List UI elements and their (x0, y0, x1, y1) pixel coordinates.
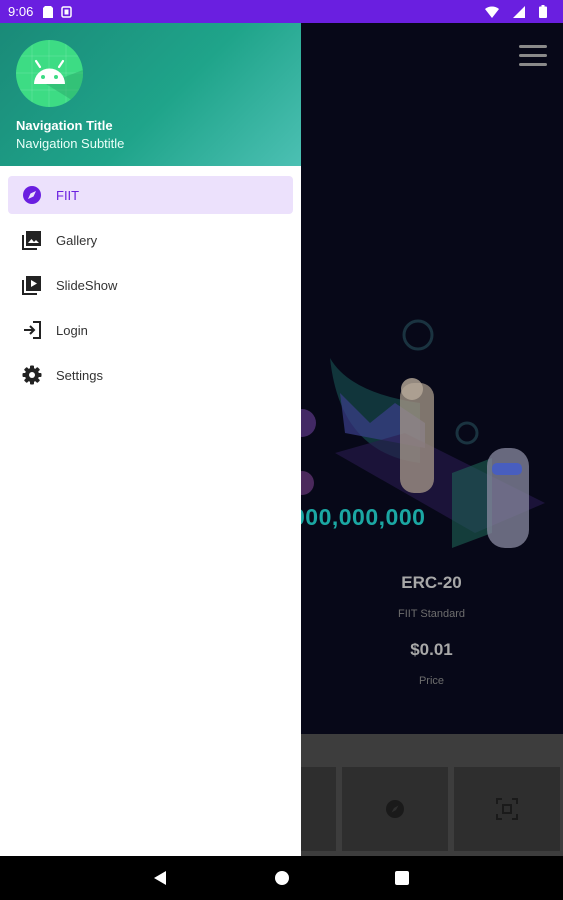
panel-tile-compass[interactable] (342, 767, 448, 851)
token-standard: FIIT Standard (397, 608, 466, 620)
sim-icon (43, 5, 54, 18)
menu-item-login[interactable]: Login (8, 311, 293, 349)
status-time: 9:06 (8, 4, 34, 19)
slideshow-icon (22, 275, 42, 295)
image-icon (22, 230, 42, 250)
wifi-icon (485, 5, 499, 18)
compass-icon (386, 800, 404, 818)
menu-icon[interactable] (519, 45, 547, 67)
qr-scan-icon (496, 798, 518, 820)
menu-item-label: Gallery (56, 232, 98, 248)
nav-subtitle: Navigation Subtitle (16, 136, 125, 151)
token-supply: 000,000,000 (292, 504, 426, 530)
navigation-drawer: Navigation Title Navigation Subtitle FII… (0, 23, 301, 856)
gear-icon (22, 365, 42, 385)
system-nav-bar (0, 856, 563, 900)
menu-item-settings[interactable]: Settings (8, 356, 293, 394)
menu-item-fiit[interactable]: FIIT (8, 176, 293, 214)
token-price: $0.01 (410, 640, 453, 659)
token-price-label: Price (418, 675, 445, 687)
token-name: ERC-20 (401, 573, 462, 592)
home-icon[interactable] (274, 870, 290, 891)
nav-title: Navigation Title (16, 118, 113, 133)
drawer-header: Navigation Title Navigation Subtitle (0, 23, 301, 166)
panel-tile-qr[interactable] (454, 767, 560, 851)
status-bar: 9:06 (0, 0, 563, 23)
signal-icon (513, 5, 525, 18)
back-icon[interactable] (152, 870, 168, 891)
menu-item-label: FIIT (56, 187, 80, 203)
menu-item-slideshow[interactable]: SlideShow (8, 266, 293, 304)
login-icon (22, 320, 42, 340)
menu-item-gallery[interactable]: Gallery (8, 221, 293, 259)
storage-icon (61, 5, 73, 18)
battery-icon (539, 5, 547, 18)
android-icon (16, 40, 83, 107)
menu-item-label: SlideShow (56, 277, 118, 293)
menu-item-label: Settings (56, 367, 103, 383)
menu-item-label: Login (56, 322, 88, 338)
recents-icon[interactable] (394, 870, 410, 891)
compass-icon (22, 185, 42, 205)
